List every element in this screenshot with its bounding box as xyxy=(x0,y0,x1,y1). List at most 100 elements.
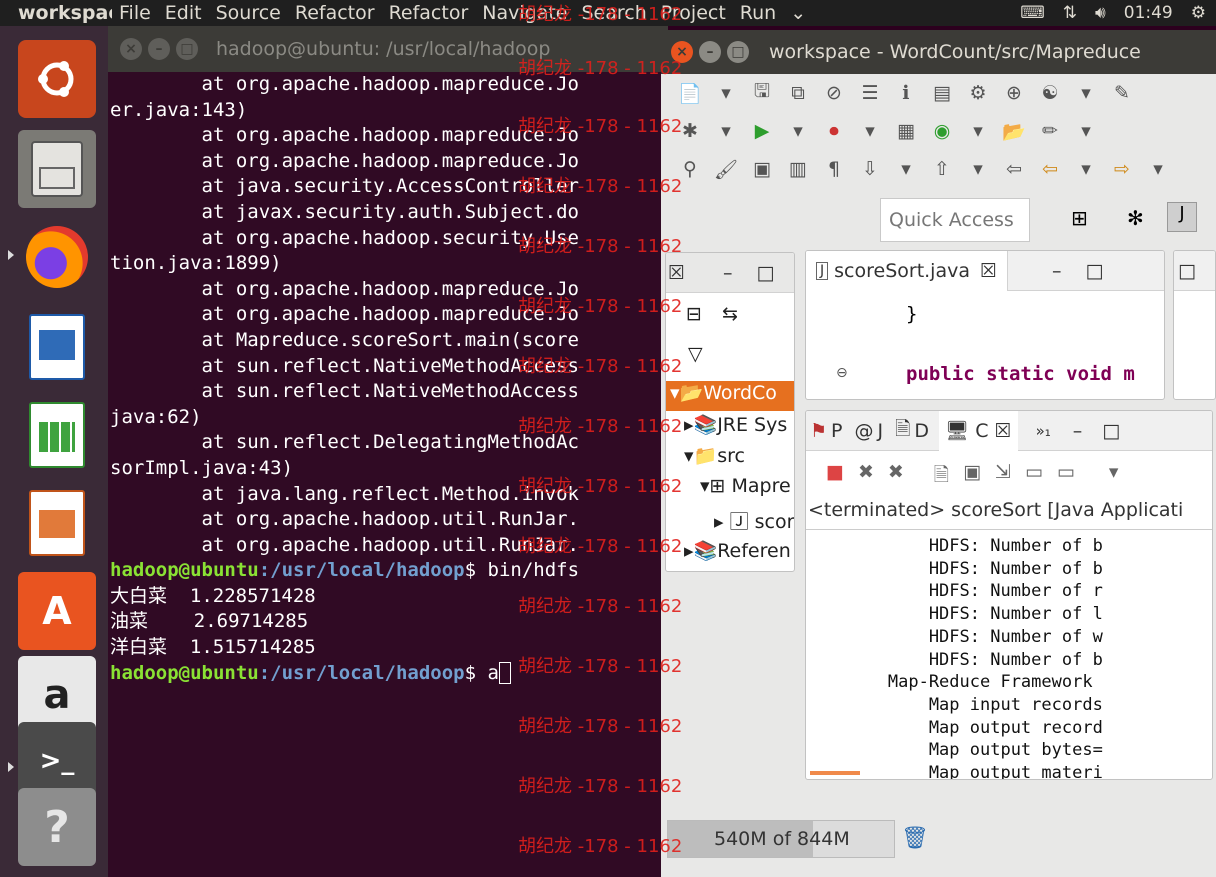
firefox-icon[interactable] xyxy=(18,218,96,296)
dropdown-icon[interactable]: ▾ xyxy=(785,120,811,142)
clear-console-icon[interactable]: 🗎 xyxy=(934,461,949,493)
tab-console[interactable]: 🖥 C ☒ xyxy=(939,411,1018,451)
dropdown-icon[interactable]: ▾ xyxy=(857,120,883,142)
block-icon[interactable]: ▥ xyxy=(785,158,811,180)
settings-gear-icon[interactable]: ⚙ xyxy=(1191,3,1206,23)
maximize-icon[interactable]: □ xyxy=(1086,260,1104,282)
terminate-icon[interactable]: ■ xyxy=(826,461,844,493)
next-annotation-icon[interactable]: ⇩ xyxy=(857,158,883,180)
debug-icon[interactable]: ⊕ xyxy=(1001,82,1027,104)
code-line[interactable]: public static void m xyxy=(906,363,1135,385)
files-icon[interactable] xyxy=(18,130,96,208)
link-editor-icon[interactable]: ⇆ xyxy=(722,303,738,325)
pin-console-icon[interactable]: ▭ xyxy=(1025,461,1043,493)
clock[interactable]: 01:49 xyxy=(1124,3,1173,23)
maximize-icon[interactable]: □ xyxy=(733,262,775,284)
dropdown-icon[interactable]: ▾ xyxy=(1109,461,1119,493)
display-console-icon[interactable]: ▭ xyxy=(1057,461,1075,493)
java-perspective-icon[interactable]: J xyxy=(1167,202,1197,232)
close-icon[interactable]: × xyxy=(120,38,142,60)
outline-icon[interactable]: ☰ xyxy=(857,82,883,104)
volume-icon[interactable]: 🔊︎ xyxy=(1095,3,1106,23)
libreoffice-writer-icon[interactable] xyxy=(18,308,96,386)
horizontal-scrollbar[interactable] xyxy=(810,771,860,775)
heap-status[interactable]: 540M of 844M xyxy=(667,820,895,858)
new-icon[interactable]: 📄 xyxy=(677,82,703,105)
tree-package[interactable]: ▾⊞ Mapre xyxy=(700,475,791,497)
skip-breakpoints-icon[interactable]: ⊘ xyxy=(821,82,847,104)
plugin-icon[interactable]: ⚙ xyxy=(965,82,991,104)
tab-scoresort[interactable]: J scoreSort.java ☒ xyxy=(806,251,1009,291)
dropdown-icon[interactable]: ▾ xyxy=(1073,158,1099,180)
tree-jre[interactable]: ▸📚JRE Sys xyxy=(684,413,787,436)
menu-source[interactable]: Source xyxy=(209,2,288,24)
minimize-icon[interactable]: – xyxy=(685,262,733,284)
new-package-icon[interactable]: ▦ xyxy=(893,120,919,142)
tree-src[interactable]: ▾📁src xyxy=(684,444,745,467)
word-wrap-icon[interactable]: ⇲ xyxy=(995,461,1011,493)
remove-all-icon[interactable]: ✖ xyxy=(888,461,904,493)
dropdown-icon[interactable]: ▾ xyxy=(1073,120,1099,142)
libreoffice-calc-icon[interactable] xyxy=(18,396,96,474)
tree-referenced-libs[interactable]: ▸📚Referen xyxy=(684,539,791,562)
tab-javadoc[interactable]: J xyxy=(878,420,884,442)
minimize-icon[interactable]: – xyxy=(1073,420,1083,442)
keyboard-icon[interactable]: ⌨ xyxy=(1020,3,1045,23)
dropdown-icon[interactable]: ▾ xyxy=(713,120,739,142)
tab-declaration[interactable]: D xyxy=(914,420,929,442)
menu-refactor-2[interactable]: Refactor xyxy=(382,2,476,24)
dropdown-icon[interactable]: ▾ xyxy=(965,120,991,142)
menu-run[interactable]: Run xyxy=(733,2,783,24)
save-icon[interactable]: 🖫 xyxy=(749,77,775,109)
ubuntu-dash-icon[interactable] xyxy=(18,40,96,118)
menu-refactor[interactable]: Refactor xyxy=(288,2,382,24)
new-class-icon[interactable]: ◉ xyxy=(929,120,955,142)
dropdown-icon[interactable]: ▾ xyxy=(1073,82,1099,104)
view-menu-icon[interactable]: ▽ xyxy=(688,343,703,365)
maximize-icon[interactable]: □ xyxy=(1174,260,1196,282)
dropdown-icon[interactable]: ▾ xyxy=(713,82,739,104)
console-output[interactable]: HDFS: Number of b HDFS: Number of b HDFS… xyxy=(806,535,1212,779)
pin-icon[interactable]: ✎ xyxy=(1109,82,1135,104)
collapse-all-icon[interactable]: ⊟ xyxy=(686,303,702,325)
minimize-icon[interactable]: – xyxy=(1052,260,1062,282)
prev-annotation-icon[interactable]: ⇧ xyxy=(929,158,955,180)
remove-launch-icon[interactable]: ✖ xyxy=(858,461,874,493)
info-icon[interactable]: ℹ xyxy=(893,82,919,104)
dropdown-icon[interactable]: ▾ xyxy=(1145,158,1171,180)
code-line[interactable]: } xyxy=(906,303,917,325)
back-icon[interactable]: ⇦ xyxy=(1037,158,1063,180)
debug-perspective-icon[interactable]: ✻ xyxy=(1127,206,1144,230)
tree-project[interactable]: ▾📂WordCo xyxy=(666,381,794,411)
tree-file[interactable]: ▸ 🄹 score xyxy=(714,507,794,534)
maximize-icon[interactable]: □ xyxy=(1102,420,1120,442)
tab-problems[interactable]: P xyxy=(831,420,842,442)
libreoffice-impress-icon[interactable] xyxy=(18,484,96,562)
scroll-lock-icon[interactable]: ▣ xyxy=(963,461,981,493)
fold-icon[interactable]: ⊖ xyxy=(836,365,848,381)
close-icon[interactable]: ☒ xyxy=(666,262,685,284)
toggle-icon[interactable]: ▣ xyxy=(749,158,775,180)
close-icon[interactable]: ☒ xyxy=(980,260,997,282)
minimize-icon[interactable]: – xyxy=(148,38,170,60)
brush-icon[interactable]: 🖌 xyxy=(713,158,739,181)
command-input[interactable]: a xyxy=(476,662,499,684)
pencil-icon[interactable]: ✏ xyxy=(1037,120,1063,142)
more-tabs-icon[interactable]: »₁ xyxy=(1036,422,1051,440)
forward-icon[interactable]: ⇨ xyxy=(1109,158,1135,180)
last-edit-icon[interactable]: ⇦ xyxy=(1001,158,1027,180)
open-folder-icon[interactable]: 📂 xyxy=(1001,120,1027,143)
open-perspective-icon[interactable]: ⊞ xyxy=(1071,206,1088,230)
software-center-icon[interactable]: A xyxy=(18,572,96,650)
close-icon[interactable]: ☒ xyxy=(995,420,1012,442)
perspective-icon[interactable]: ☯ xyxy=(1037,82,1063,104)
help-icon[interactable]: ? xyxy=(18,788,96,866)
save-all-icon[interactable]: ⧉ xyxy=(785,82,811,104)
dropdown-icon[interactable]: ▾ xyxy=(893,158,919,180)
network-icon[interactable]: ⇅ xyxy=(1063,3,1077,23)
maximize-icon[interactable]: □ xyxy=(727,41,749,63)
menu-edit[interactable]: Edit xyxy=(158,2,209,24)
paragraph-icon[interactable]: ¶ xyxy=(821,158,847,180)
quick-access-input[interactable]: Quick Access xyxy=(880,198,1030,242)
maximize-icon[interactable]: □ xyxy=(176,38,198,60)
